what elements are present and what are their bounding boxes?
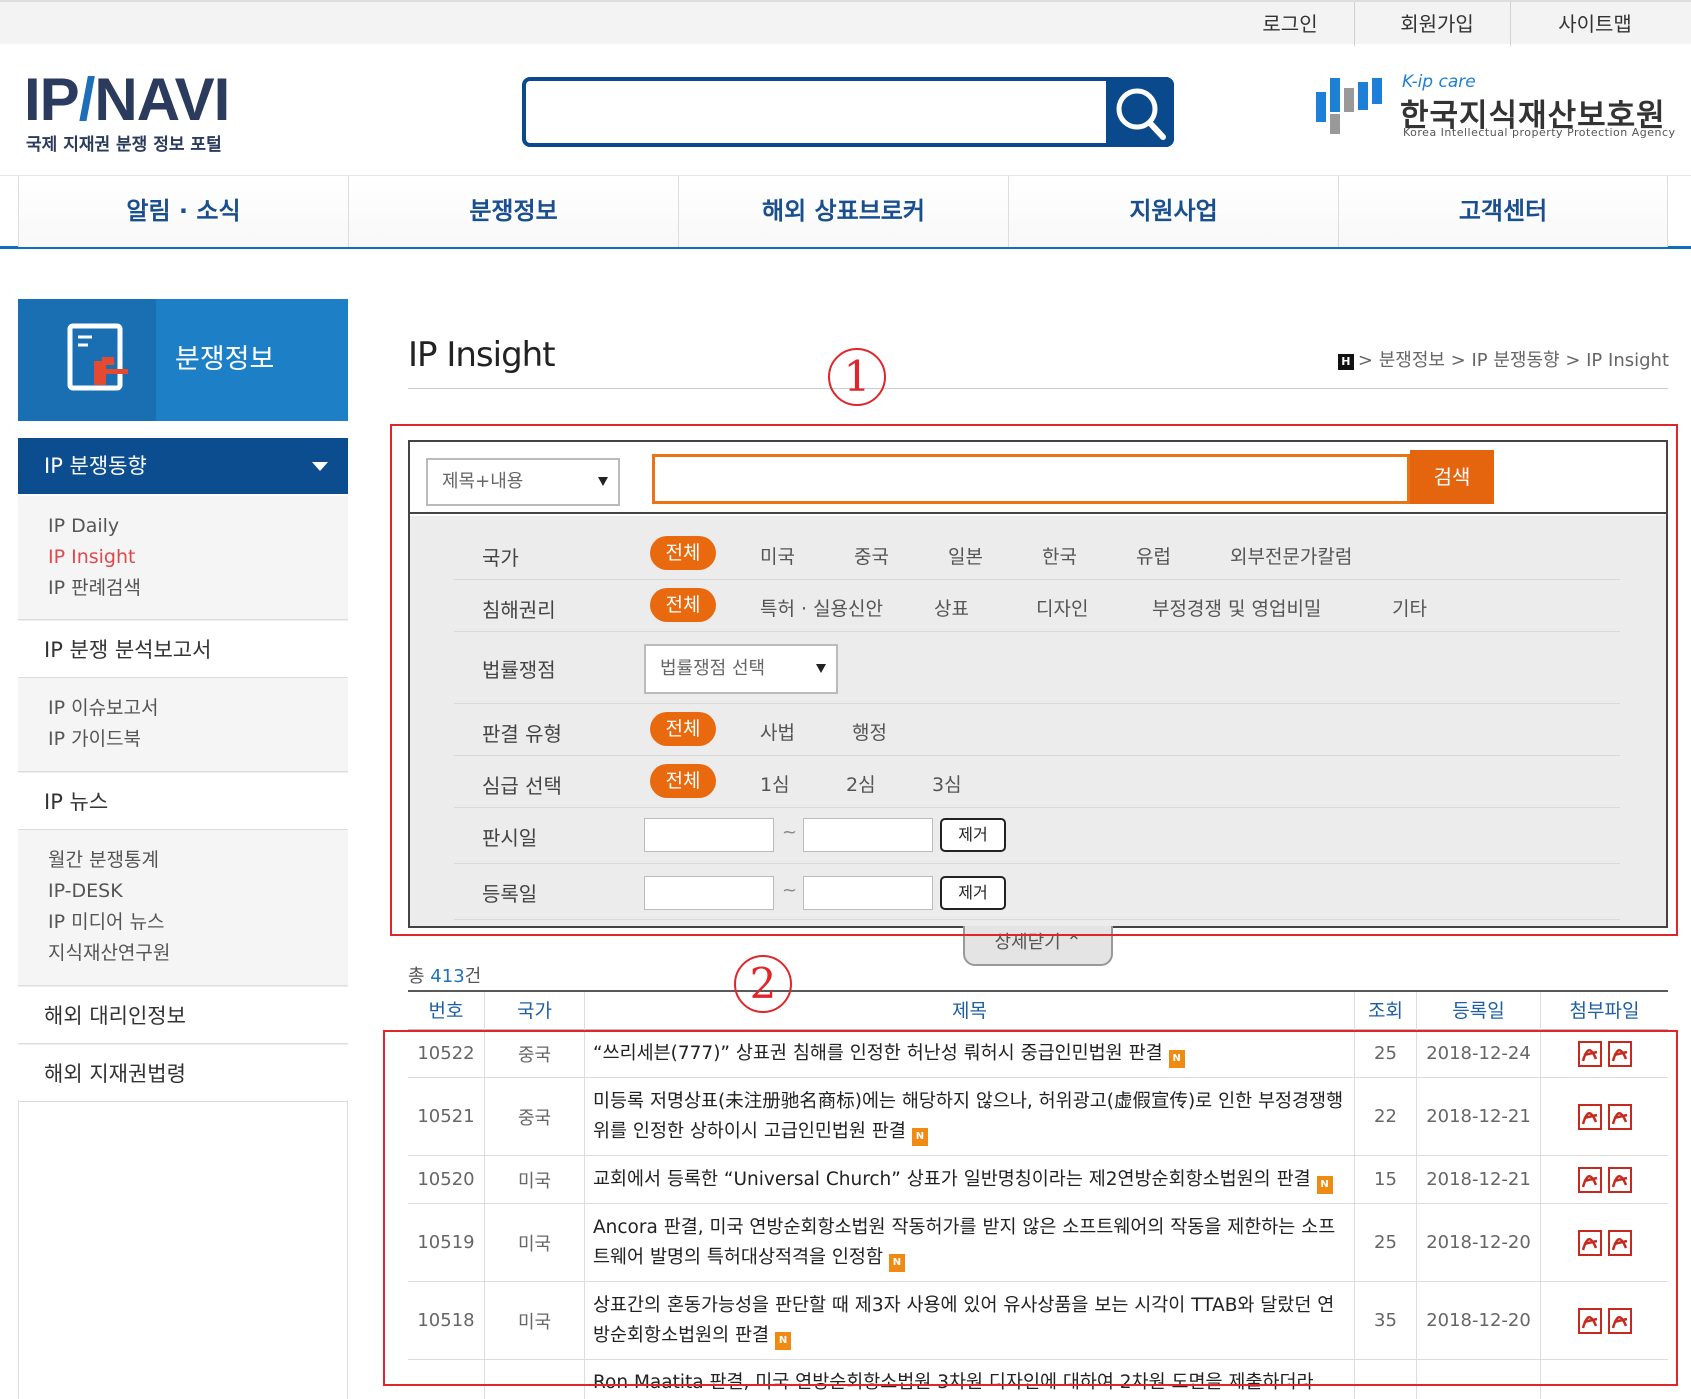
sidebar-border bbox=[18, 1100, 19, 1399]
kipa-logo-icon bbox=[1316, 74, 1386, 142]
sidebar-submenu: IP 이슈보고서 IP 가이드북 bbox=[18, 678, 348, 772]
sidebar-link-ip-media-news[interactable]: IP 미디어 뉴스 bbox=[18, 907, 348, 938]
sidebar-link-monthly-stats[interactable]: 월간 분쟁통계 bbox=[18, 845, 348, 876]
column-header-attachment: 첨부파일 bbox=[1540, 992, 1668, 1030]
nav-dispute-info[interactable]: 분쟁정보 bbox=[348, 176, 678, 247]
logo-text-navi: NAVI bbox=[94, 66, 230, 133]
annotation-number-1: 1 bbox=[828, 348, 886, 406]
sidebar-border bbox=[347, 1100, 348, 1399]
home-icon[interactable]: H bbox=[1337, 354, 1354, 370]
signup-link[interactable]: 회원가입 bbox=[1372, 8, 1502, 40]
annotation-box-2 bbox=[383, 1030, 1678, 1386]
sidebar-header: 분쟁정보 bbox=[18, 299, 348, 421]
sitemap-link[interactable]: 사이트맵 bbox=[1530, 8, 1660, 40]
sidebar-item-overseas-agent[interactable]: 해외 대리인정보 bbox=[18, 986, 348, 1044]
sidebar-submenu: IP Daily IP Insight IP 판례검색 bbox=[18, 496, 348, 620]
document-gavel-icon bbox=[18, 299, 156, 421]
sidebar-title: 분쟁정보 bbox=[175, 344, 275, 375]
caret-down-icon bbox=[312, 462, 328, 471]
logo-dash: / bbox=[78, 66, 96, 133]
breadcrumb-path: > 분쟁정보 > IP 분쟁동향 > IP Insight bbox=[1357, 350, 1669, 371]
nav-support[interactable]: 지원사업 bbox=[1008, 176, 1338, 247]
annotation-number-2: 2 bbox=[734, 955, 792, 1013]
page-title: IP Insight bbox=[408, 335, 556, 375]
column-header-title: 제목 bbox=[584, 992, 1354, 1030]
sidebar-link-ip-insight[interactable]: IP Insight bbox=[18, 542, 348, 573]
sidebar-submenu: 월간 분쟁통계 IP-DESK IP 미디어 뉴스 지식재산연구원 bbox=[18, 830, 348, 986]
global-search-button[interactable] bbox=[1106, 77, 1174, 147]
kipa-tagline: K-ip care bbox=[1402, 72, 1476, 92]
kipa-english-name: Korea Intellectual property Protection A… bbox=[1403, 126, 1676, 139]
sidebar-link-ip-issue-report[interactable]: IP 이슈보고서 bbox=[18, 693, 348, 724]
divider bbox=[408, 388, 1668, 389]
sidebar-link-ip-desk[interactable]: IP-DESK bbox=[18, 876, 348, 907]
nav-news[interactable]: 알림 · 소식 bbox=[18, 176, 348, 247]
divider bbox=[1510, 2, 1511, 46]
breadcrumb: H > 분쟁정보 > IP 분쟁동향 > IP Insight bbox=[1337, 346, 1669, 372]
column-header-country: 국가 bbox=[484, 992, 584, 1030]
column-header-views: 조회 bbox=[1354, 992, 1416, 1030]
search-icon bbox=[1116, 88, 1166, 140]
sidebar-item-ip-dispute-trends[interactable]: IP 분쟁동향 bbox=[18, 438, 348, 494]
sidebar-item-label: IP 분쟁동향 bbox=[44, 454, 147, 478]
site-logo[interactable]: IP/NAVI bbox=[24, 70, 230, 130]
total-prefix: 총 bbox=[408, 966, 431, 987]
annotation-box-1 bbox=[390, 424, 1678, 936]
table-header: 번호 국가 제목 조회 등록일 첨부파일 bbox=[408, 990, 1668, 1030]
sidebar-link-ip-research[interactable]: 지식재산연구원 bbox=[18, 938, 348, 969]
nav-trademark-broker[interactable]: 해외 상표브로커 bbox=[678, 176, 1008, 247]
result-count: 총 413건 bbox=[408, 962, 481, 988]
main-nav: 알림 · 소식 분쟁정보 해외 상표브로커 지원사업 고객센터 bbox=[0, 175, 1691, 249]
utility-bar: 로그인 회원가입 사이트맵 bbox=[0, 0, 1691, 46]
total-suffix: 건 bbox=[464, 966, 482, 987]
divider bbox=[1354, 2, 1355, 46]
sidebar-item-overseas-ip-law[interactable]: 해외 지재권법령 bbox=[18, 1044, 348, 1102]
logo-subtitle: 국제 지재권 분쟁 정보 포털 bbox=[26, 135, 222, 155]
sidebar-link-ip-case-search[interactable]: IP 판례검색 bbox=[18, 573, 348, 604]
login-link[interactable]: 로그인 bbox=[1230, 8, 1350, 40]
sidebar-item-ip-analysis-report[interactable]: IP 분쟁 분석보고서 bbox=[18, 620, 348, 678]
column-header-number: 번호 bbox=[428, 1000, 464, 1022]
column-header-date: 등록일 bbox=[1416, 992, 1540, 1030]
nav-customer-center[interactable]: 고객센터 bbox=[1338, 176, 1668, 247]
sidebar-item-ip-news[interactable]: IP 뉴스 bbox=[18, 772, 348, 830]
sidebar-link-ip-guidebook[interactable]: IP 가이드북 bbox=[18, 724, 348, 755]
global-search-input[interactable] bbox=[522, 77, 1174, 147]
total-count: 413 bbox=[430, 966, 465, 987]
sidebar-link-ip-daily[interactable]: IP Daily bbox=[18, 511, 348, 542]
logo-text-ip: IP bbox=[24, 66, 80, 133]
